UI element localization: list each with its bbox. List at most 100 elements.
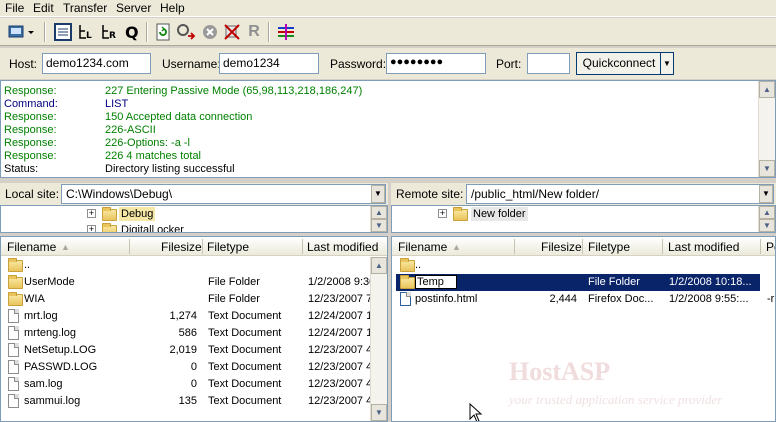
toggle-message-log-icon[interactable]	[52, 21, 74, 43]
file-type: Text Document	[208, 361, 282, 373]
file-type: Text Document	[208, 327, 282, 339]
file-row[interactable]: PASSWD.LOG 0 Text Document 12/23/2007 4:34	[1, 359, 387, 376]
expand-icon[interactable]: +	[87, 225, 96, 232]
file-row[interactable]: WIA File Folder 12/23/2007 7:19	[1, 291, 387, 308]
remote-path-dropdown[interactable]: ▼	[759, 185, 773, 203]
column-filetype[interactable]: Filetype	[588, 240, 630, 254]
reconnect-icon[interactable]: R	[243, 21, 265, 43]
menu-edit[interactable]: Edit	[33, 1, 54, 15]
cancel-operation-icon[interactable]	[199, 21, 221, 43]
log-message: Directory listing successful	[105, 163, 235, 175]
file-row[interactable]: Temp File Folder 1/2/2008 10:18... dr	[392, 274, 775, 291]
file-name: NetSetup.LOG	[24, 344, 97, 356]
log-message: 226-Options: -a -l	[105, 137, 190, 149]
expand-icon[interactable]: +	[87, 209, 96, 218]
menu-bar: File Edit Transfer Server Help	[0, 0, 776, 17]
file-type: File Folder	[208, 276, 260, 288]
username-label: Username:	[162, 57, 221, 71]
process-queue-icon[interactable]	[176, 21, 198, 43]
local-tree-scrollbar[interactable]: ▲ ▼	[370, 206, 387, 232]
text-file-icon	[8, 343, 19, 357]
quickconnect-button[interactable]: Quickconnect	[576, 52, 662, 75]
file-name: PASSWD.LOG	[24, 361, 98, 373]
file-type: File Folder	[208, 293, 260, 305]
text-file-icon	[8, 360, 19, 374]
file-name: WIA	[24, 293, 45, 305]
rename-input[interactable]: Temp	[415, 275, 457, 289]
file-row[interactable]: UserMode File Folder 1/2/2008 9:30:3	[1, 274, 384, 291]
tree-item-debug[interactable]: Debug	[119, 207, 156, 221]
compare-directories-icon[interactable]	[275, 21, 297, 43]
file-type: Text Document	[208, 395, 282, 407]
scroll-down-icon[interactable]: ▼	[371, 219, 387, 232]
site-manager-icon[interactable]	[6, 21, 36, 43]
file-size: 135	[178, 395, 197, 407]
file-name: mrt.log	[24, 310, 58, 322]
file-row[interactable]: mrt.log 1,274 Text Document 12/24/2007 10:4	[1, 308, 387, 325]
quickconnect-history-dropdown[interactable]: ▼	[660, 52, 674, 75]
tree-item-new-folder[interactable]: New folder	[471, 207, 528, 221]
scroll-down-icon[interactable]: ▼	[759, 160, 775, 177]
toggle-remote-tree-icon[interactable]: R	[98, 21, 120, 43]
file-type: Text Document	[208, 310, 282, 322]
column-last-modified[interactable]: Last modified	[307, 240, 378, 254]
file-size: 0	[190, 361, 197, 373]
local-path-dropdown[interactable]: ▼	[371, 185, 385, 203]
menu-file[interactable]: File	[5, 1, 24, 15]
message-log: Response: 227 Entering Passive Mode (65,9…	[0, 80, 776, 178]
html-file-icon	[400, 292, 411, 306]
refresh-icon[interactable]	[152, 21, 174, 43]
scroll-up-icon[interactable]: ▲	[759, 81, 775, 98]
local-list-scrollbar[interactable]: ▲ ▼	[370, 257, 387, 421]
scroll-down-icon[interactable]: ▼	[759, 219, 775, 232]
menu-transfer[interactable]: Transfer	[63, 1, 107, 15]
port-input[interactable]	[527, 53, 570, 74]
remote-path-input[interactable]: /public_html/New folder/	[466, 184, 774, 204]
toggle-local-tree-icon[interactable]: L	[75, 21, 97, 43]
file-row[interactable]: ..	[392, 257, 775, 274]
remote-site-label: Remote site:	[396, 187, 464, 201]
disconnect-icon[interactable]	[221, 21, 243, 43]
file-name: ..	[24, 259, 31, 271]
file-row[interactable]: ..	[1, 257, 370, 274]
log-type: Response:	[4, 111, 57, 123]
host-input[interactable]: demo1234.com	[42, 53, 151, 74]
column-last-modified[interactable]: Last modified	[668, 240, 739, 254]
folder-icon	[8, 292, 23, 306]
toggle-queue-icon[interactable]: Q	[121, 21, 143, 43]
svg-text:L: L	[86, 31, 92, 41]
file-type: File Folder	[588, 276, 640, 288]
scroll-up-icon[interactable]: ▲	[371, 206, 387, 219]
text-file-icon	[8, 309, 19, 323]
file-row[interactable]: postinfo.html 2,444 Firefox Doc... 1/2/2008…	[392, 291, 775, 308]
svg-text:R: R	[109, 31, 116, 41]
file-row[interactable]: sammui.log 135 Text Document 12/23/2007 4:2…	[1, 393, 387, 410]
column-filesize[interactable]: Filesize	[541, 240, 582, 254]
password-input[interactable]: ●●●●●●●●	[386, 53, 486, 74]
menu-help[interactable]: Help	[160, 1, 185, 15]
file-row[interactable]: mrteng.log 586 Text Document 12/24/2007 10:…	[1, 325, 387, 342]
remote-tree-scrollbar[interactable]: ▲ ▼	[758, 206, 775, 232]
column-filetype[interactable]: Filetype	[207, 240, 249, 254]
log-message: 227 Entering Passive Mode (65,98,113,218…	[105, 85, 363, 97]
menu-server[interactable]: Server	[116, 1, 151, 15]
file-row[interactable]: sam.log 0 Text Document 12/23/2007 4:23	[1, 376, 387, 393]
watermark-brand: HostASP	[509, 357, 611, 386]
log-type: Response:	[4, 124, 57, 136]
file-name: mrteng.log	[24, 327, 76, 339]
file-row[interactable]: NetSetup.LOG 2,019 Text Document 12/23/2007…	[1, 342, 387, 359]
log-message: LIST	[105, 98, 129, 110]
scroll-up-icon[interactable]: ▲	[759, 206, 775, 219]
username-input[interactable]: demo1234	[219, 53, 319, 74]
remote-directory-tree: + New folder ▲ ▼	[391, 205, 776, 233]
column-filename[interactable]: Filename	[398, 240, 447, 254]
column-permissions[interactable]: Pe	[766, 240, 775, 254]
column-filesize[interactable]: Filesize	[161, 240, 202, 254]
tree-item-digitallocker[interactable]: Digitall ocker	[121, 224, 184, 232]
expand-icon[interactable]: +	[438, 209, 447, 218]
scroll-up-icon[interactable]: ▲	[371, 257, 387, 274]
log-scrollbar[interactable]: ▲ ▼	[758, 81, 775, 177]
local-path-input[interactable]: C:\Windows\Debug\	[61, 184, 386, 204]
scroll-down-icon[interactable]: ▼	[371, 404, 387, 421]
column-filename[interactable]: Filename	[7, 240, 56, 254]
